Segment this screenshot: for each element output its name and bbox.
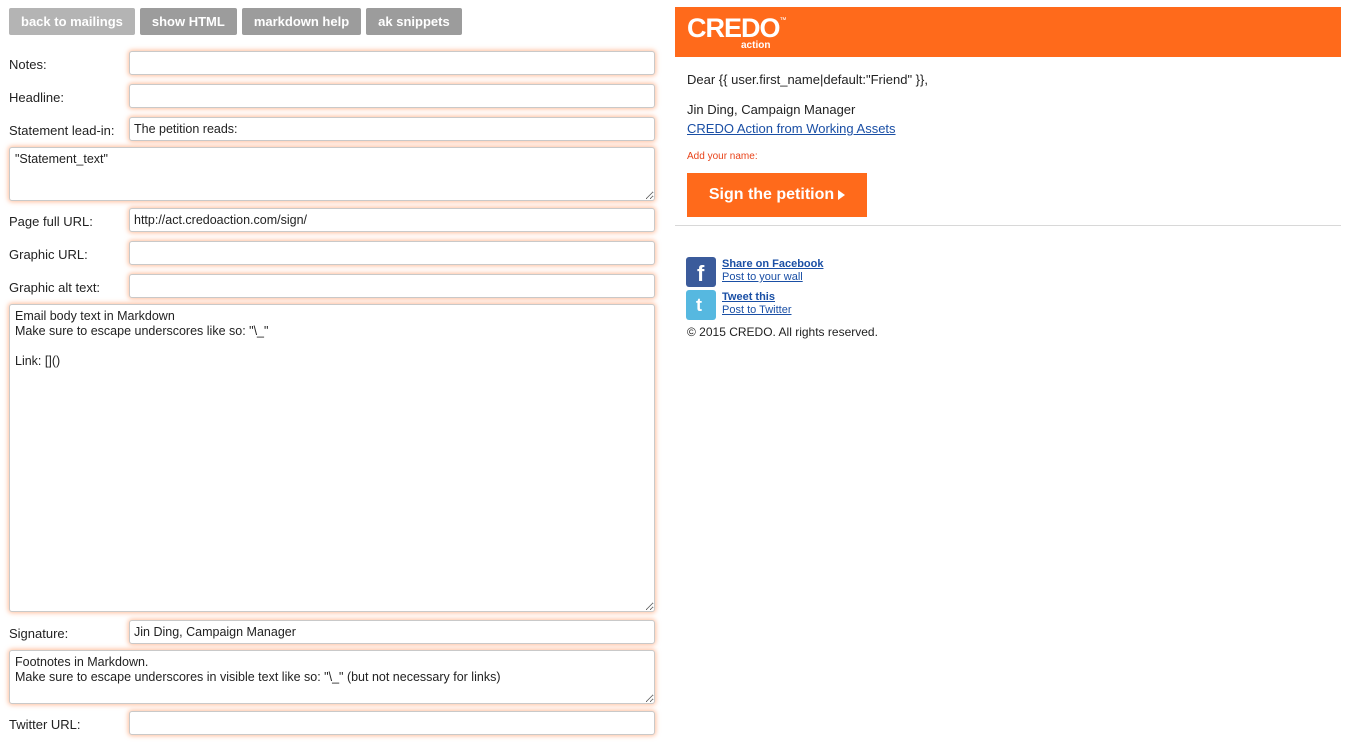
signature-input[interactable] — [129, 620, 655, 644]
notes-label: Notes: — [9, 57, 47, 72]
headline-label: Headline: — [9, 90, 64, 105]
statement-leadin-input[interactable] — [129, 117, 655, 141]
logo-text: CREDO — [687, 13, 781, 43]
twitter-url-input[interactable] — [129, 711, 655, 735]
twitter-icon[interactable]: t — [686, 290, 716, 320]
post-to-twitter-link[interactable]: Post to Twitter — [722, 304, 792, 316]
play-arrow-icon — [838, 190, 846, 200]
page-url-label: Page full URL: — [9, 214, 93, 229]
graphic-url-input[interactable] — [129, 241, 655, 265]
mailing-form: Notes: Headline: Statement lead-in: "Sta… — [0, 0, 664, 748]
signature-label: Signature: — [9, 626, 69, 641]
footnotes-textarea[interactable]: Footnotes in Markdown. Make sure to esca… — [9, 650, 655, 704]
share-facebook-link[interactable]: Share on Facebook — [722, 258, 823, 270]
preview-signature: Jin Ding, Campaign Manager — [687, 102, 856, 117]
org-link[interactable]: CREDO Action from Working Assets — [687, 121, 896, 136]
page-url-input[interactable] — [129, 208, 655, 232]
facebook-icon[interactable]: f — [686, 257, 716, 287]
email-preview: CREDO™ action Dear {{ user.first_name|de… — [675, 7, 1341, 339]
credo-logo: CREDO™ action — [687, 13, 787, 51]
sign-petition-button[interactable]: Sign the petition — [687, 173, 867, 217]
statement-leadin-label: Statement lead-in: — [9, 123, 115, 138]
preview-greeting: Dear {{ user.first_name|default:"Friend"… — [687, 72, 928, 87]
tweet-this-link[interactable]: Tweet this — [722, 291, 775, 303]
twitter-url-label: Twitter URL: — [9, 717, 81, 732]
preview-divider — [675, 225, 1341, 226]
graphic-alt-input[interactable] — [129, 274, 655, 298]
statement-text-textarea[interactable]: "Statement_text" — [9, 147, 655, 201]
headline-input[interactable] — [129, 84, 655, 108]
copyright-text: © 2015 CREDO. All rights reserved. — [687, 325, 878, 339]
logo-trademark: ™ — [779, 17, 787, 24]
graphic-url-label: Graphic URL: — [9, 247, 88, 262]
graphic-alt-label: Graphic alt text: — [9, 280, 101, 295]
email-body-textarea[interactable]: Email body text in Markdown Make sure to… — [9, 304, 655, 612]
preview-banner: CREDO™ action — [675, 7, 1341, 57]
post-to-wall-link[interactable]: Post to your wall — [722, 271, 803, 283]
add-your-name-label: Add your name: — [687, 151, 758, 162]
logo-subtext: action — [741, 40, 771, 51]
notes-input[interactable] — [129, 51, 655, 75]
sign-petition-label: Sign the petition — [708, 186, 835, 203]
